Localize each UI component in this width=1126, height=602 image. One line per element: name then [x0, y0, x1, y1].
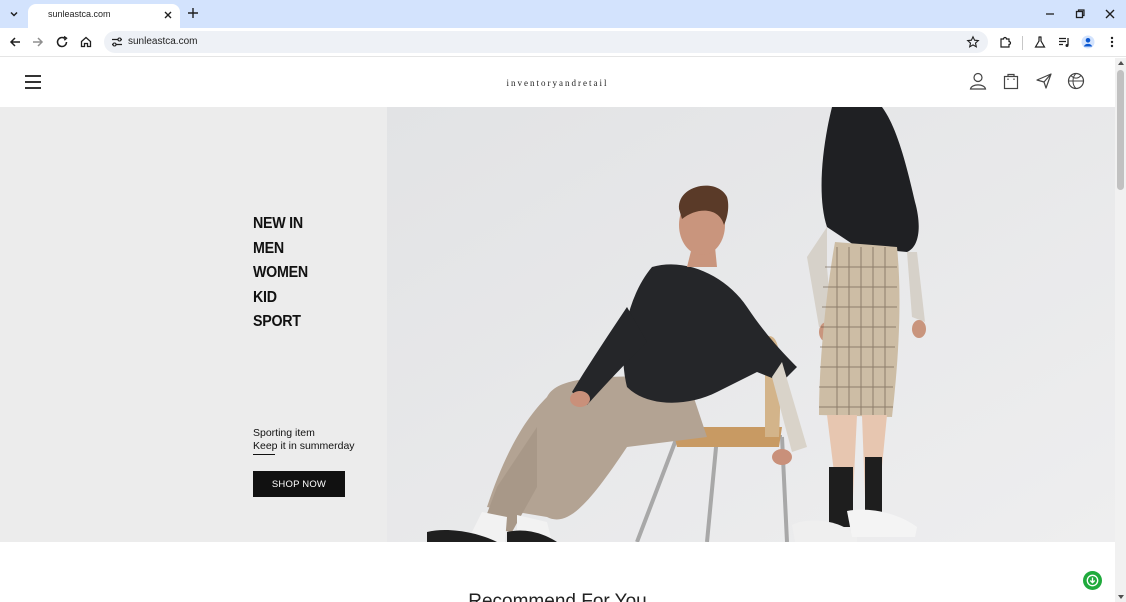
restore-button[interactable] [1072, 6, 1088, 22]
page-scrollbar[interactable] [1115, 58, 1126, 602]
category-new-in[interactable]: NEW IN [253, 212, 308, 237]
scroll-up-arrow-icon[interactable] [1118, 61, 1124, 65]
browser-toolbar: sunleastca.com [0, 28, 1126, 57]
extensions-button[interactable] [997, 34, 1013, 50]
more-vert-icon [1110, 36, 1114, 48]
site-logo[interactable]: inventoryandretail [0, 78, 1115, 88]
close-window-button[interactable] [1102, 6, 1118, 22]
site-info-icon[interactable] [110, 35, 124, 49]
account-icon[interactable] [968, 71, 988, 91]
hero-fashion-photo [387, 107, 1115, 542]
reload-button[interactable] [54, 34, 70, 50]
browser-tab-active[interactable]: sunleastca.com [28, 4, 180, 28]
category-sport[interactable]: SPORT [253, 310, 308, 335]
arrow-left-icon [9, 37, 20, 47]
shop-now-button[interactable]: SHOP NOW [253, 471, 345, 497]
tab-search-button[interactable] [4, 4, 24, 24]
tab-strip: sunleastca.com [0, 0, 1126, 28]
url-text[interactable]: sunleastca.com [128, 36, 197, 47]
back-button[interactable] [7, 34, 23, 50]
chevron-down-icon [10, 11, 18, 17]
category-kid[interactable]: KID [253, 286, 308, 311]
reload-icon [56, 35, 68, 48]
address-bar[interactable]: sunleastca.com [104, 31, 988, 53]
shopping-bag-icon[interactable] [1001, 71, 1021, 91]
close-tab-icon[interactable] [162, 9, 174, 21]
home-icon [80, 36, 92, 48]
web-page: inventoryandretail NEW IN MEN WOMEN KID … [0, 58, 1115, 602]
fashion-models-illustration [387, 107, 1115, 542]
category-women[interactable]: WOMEN [253, 261, 308, 286]
category-list: NEW IN MEN WOMEN KID SPORT [253, 212, 313, 335]
flask-icon [1034, 36, 1046, 48]
section-title-recommend: Recommend For You [468, 591, 647, 602]
toolbar-divider [1022, 36, 1023, 50]
category-men[interactable]: MEN [253, 237, 308, 262]
playlist-icon [1059, 37, 1069, 47]
profile-avatar-icon [1081, 35, 1095, 49]
puzzle-icon [1000, 36, 1012, 48]
promo-title: Sporting item [253, 427, 315, 439]
minimize-icon [1046, 13, 1054, 15]
browser-menu-button[interactable] [1104, 34, 1120, 50]
chat-widget-button[interactable] [1083, 571, 1102, 590]
home-button[interactable] [78, 34, 94, 50]
forward-button[interactable] [30, 34, 46, 50]
bookmark-star-icon[interactable] [966, 35, 980, 49]
hero-banner: NEW IN MEN WOMEN KID SPORT Sporting item… [0, 107, 1115, 542]
new-tab-icon[interactable] [186, 6, 200, 20]
promo-subtitle: Keep it in summerday [253, 440, 355, 452]
restore-icon [1075, 9, 1085, 19]
close-icon [1105, 9, 1115, 19]
chat-download-icon [1086, 574, 1099, 587]
scrollbar-thumb[interactable] [1117, 70, 1124, 190]
arrow-right-icon [33, 37, 44, 47]
site-header: inventoryandretail [0, 58, 1115, 107]
basketball-icon[interactable] [1066, 71, 1086, 91]
airplane-icon[interactable] [1034, 71, 1054, 91]
labs-button[interactable] [1032, 34, 1048, 50]
promo-underline [253, 454, 275, 455]
scroll-down-arrow-icon[interactable] [1118, 595, 1124, 599]
tab-title: sunleastca.com [48, 9, 111, 19]
media-control-button[interactable] [1056, 34, 1072, 50]
minimize-button[interactable] [1042, 6, 1058, 22]
profile-button[interactable] [1080, 34, 1096, 50]
